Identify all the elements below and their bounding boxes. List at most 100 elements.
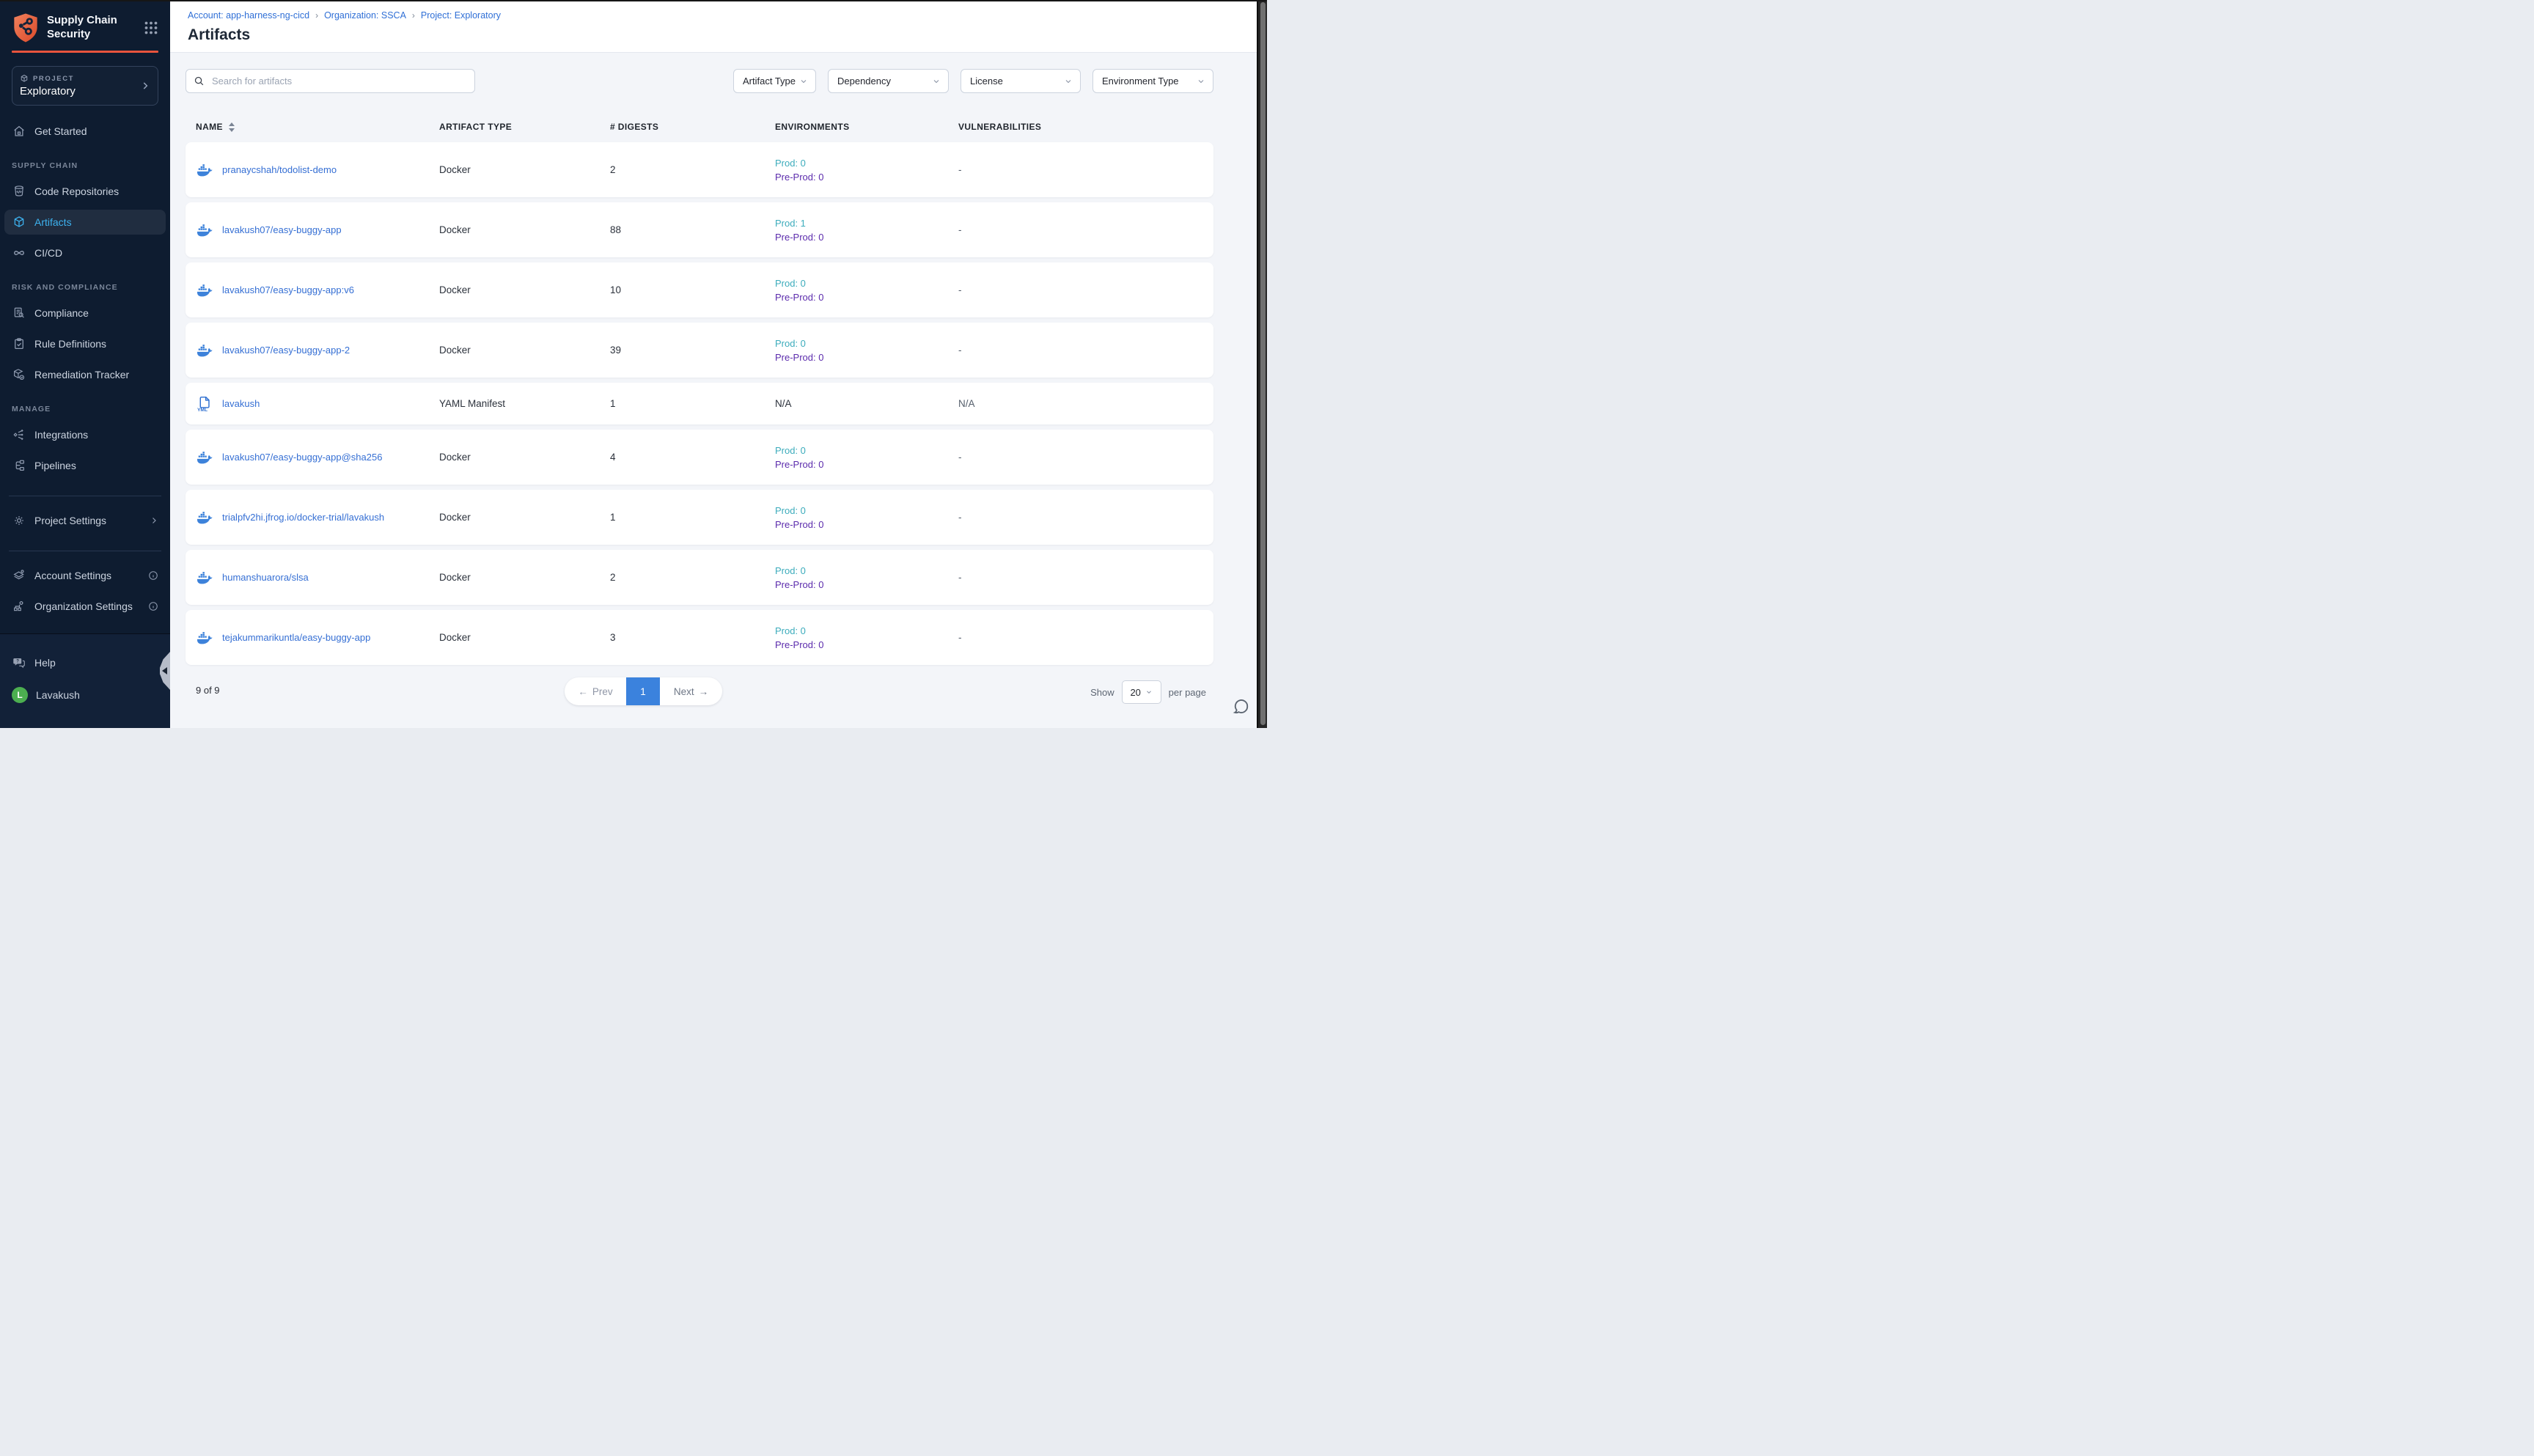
user-menu[interactable]: L Lavakush: [4, 683, 166, 707]
vulnerabilities-cell: -: [958, 512, 1213, 523]
artifact-name-link[interactable]: tejakummarikuntla/easy-buggy-app: [222, 632, 370, 643]
filter-license[interactable]: License: [961, 69, 1081, 93]
artifact-name-link[interactable]: trialpfv2hi.jfrog.io/docker-trial/lavaku…: [222, 512, 384, 523]
org-hierarchy-gear-icon: [12, 599, 26, 614]
sidebar-item-help[interactable]: ? Help: [4, 650, 166, 675]
breadcrumb-project-link[interactable]: Project: Exploratory: [421, 10, 501, 21]
sidebar-item-code-repositories[interactable]: Code Repositories: [4, 179, 166, 204]
sidebar: Supply ChainSecurity: [0, 0, 170, 728]
left-arrow-icon: ←: [578, 686, 588, 697]
table-row[interactable]: lavakush07/easy-buggy-app:v6Docker10Prod…: [186, 262, 1213, 317]
column-header-name[interactable]: NAME: [196, 122, 439, 132]
table-row[interactable]: lavakush07/easy-buggy-app@sha256Docker4P…: [186, 430, 1213, 485]
sidebar-item-label: Code Repositories: [34, 185, 119, 197]
artifact-name-link[interactable]: lavakush07/easy-buggy-app@sha256: [222, 452, 382, 463]
table-row[interactable]: humanshuarora/slsaDocker2Prod: 0Pre-Prod…: [186, 550, 1213, 605]
environments-prod-link[interactable]: Prod: 0: [775, 156, 958, 170]
chevron-down-icon: [799, 77, 808, 86]
yaml-icon: YML: [196, 395, 213, 413]
breadcrumb-organization-link[interactable]: Organization: SSCA: [324, 10, 406, 21]
environments-prod-link[interactable]: Prod: 0: [775, 624, 958, 638]
environments-preprod-link[interactable]: Pre-Prod: 0: [775, 230, 958, 244]
artifact-type-cell: Docker: [439, 224, 610, 235]
chevron-right-icon: [150, 516, 158, 525]
filter-environment-type[interactable]: Environment Type: [1092, 69, 1213, 93]
filter-dependency[interactable]: Dependency: [828, 69, 949, 93]
environments-preprod-link[interactable]: Pre-Prod: 0: [775, 290, 958, 304]
sort-icon[interactable]: [229, 122, 235, 132]
artifact-name-link[interactable]: humanshuarora/slsa: [222, 572, 309, 583]
environments-prod-link[interactable]: Prod: 0: [775, 276, 958, 290]
avatar: L: [12, 687, 28, 703]
environments-prod-link[interactable]: Prod: 0: [775, 564, 958, 578]
prev-page-button[interactable]: ← Prev: [565, 677, 626, 705]
artifacts-cube-icon: [12, 215, 26, 229]
info-icon[interactable]: [148, 570, 158, 581]
info-icon[interactable]: [148, 601, 158, 611]
next-page-button[interactable]: Next →: [660, 677, 722, 705]
artifact-type-cell: Docker: [439, 164, 610, 175]
table-row[interactable]: pranaycshah/todolist-demoDocker2Prod: 0P…: [186, 142, 1213, 197]
artifact-name-link[interactable]: lavakush: [222, 398, 260, 409]
environments-prod-link[interactable]: Prod: 0: [775, 337, 958, 350]
scrollbar-thumb[interactable]: [1260, 2, 1266, 725]
sidebar-item-integrations[interactable]: Integrations: [4, 422, 166, 447]
environments-cell: Prod: 0Pre-Prod: 0: [775, 504, 958, 532]
sidebar-item-pipelines[interactable]: Pipelines: [4, 453, 166, 478]
environments-preprod-link[interactable]: Pre-Prod: 0: [775, 350, 958, 364]
artifact-name-link[interactable]: lavakush07/easy-buggy-app:v6: [222, 284, 354, 295]
vulnerabilities-cell: N/A: [958, 398, 1213, 409]
show-label: Show: [1090, 687, 1114, 698]
environments-preprod-link[interactable]: Pre-Prod: 0: [775, 170, 958, 184]
sidebar-item-remediation-tracker[interactable]: Remediation Tracker: [4, 362, 166, 387]
sidebar-item-rule-definitions[interactable]: Rule Definitions: [4, 331, 166, 356]
pipelines-icon: [12, 458, 26, 473]
table-row[interactable]: YMLlavakushYAML Manifest1N/AN/A: [186, 383, 1213, 424]
sidebar-item-label: Rule Definitions: [34, 338, 106, 350]
page-header: Account: app-harness-ng-cicd › Organizat…: [170, 0, 1257, 53]
breadcrumb-account-link[interactable]: Account: app-harness-ng-cicd: [188, 10, 309, 21]
artifact-type-cell: Docker: [439, 345, 610, 356]
environments-prod-link[interactable]: Prod: 0: [775, 504, 958, 518]
artifact-name-link[interactable]: pranaycshah/todolist-demo: [222, 164, 337, 175]
table-header: NAME ARTIFACT TYPE # DIGESTS ENVIRONMENT…: [186, 119, 1213, 135]
sidebar-item-cicd[interactable]: CI/CD: [4, 240, 166, 265]
environments-preprod-link[interactable]: Pre-Prod: 0: [775, 578, 958, 592]
artifact-name-link[interactable]: lavakush07/easy-buggy-app: [222, 224, 342, 235]
sidebar-item-organization-settings[interactable]: Organization Settings: [4, 594, 166, 619]
search-input[interactable]: [210, 75, 467, 87]
environments-preprod-link[interactable]: Pre-Prod: 0: [775, 638, 958, 652]
column-header-vulnerabilities: VULNERABILITIES: [958, 122, 1213, 132]
help-chat-icon: ?: [12, 655, 26, 670]
sidebar-item-get-started[interactable]: Get Started: [4, 119, 166, 144]
table-row[interactable]: tejakummarikuntla/easy-buggy-appDocker3P…: [186, 610, 1213, 665]
sidebar-item-account-settings[interactable]: Account Settings: [4, 563, 166, 588]
environments-preprod-link[interactable]: Pre-Prod: 0: [775, 518, 958, 532]
app-switcher-grid-icon[interactable]: [144, 21, 158, 35]
environments-prod-link[interactable]: Prod: 1: [775, 216, 958, 230]
page-size-select[interactable]: 20: [1122, 680, 1161, 704]
support-chat-icon[interactable]: [1232, 697, 1251, 716]
environments-prod-link[interactable]: Prod: 0: [775, 444, 958, 457]
filter-artifact-type[interactable]: Artifact Type: [733, 69, 816, 93]
table-row[interactable]: trialpfv2hi.jfrog.io/docker-trial/lavaku…: [186, 490, 1213, 545]
artifact-name-link[interactable]: lavakush07/easy-buggy-app-2: [222, 345, 350, 356]
environments-preprod-link[interactable]: Pre-Prod: 0: [775, 457, 958, 471]
digests-cell: 4: [610, 452, 775, 463]
page-title: Artifacts: [188, 26, 1257, 44]
scrollbar[interactable]: [1257, 0, 1267, 728]
filter-group: Artifact Type Dependency License: [733, 69, 1213, 93]
sidebar-item-label: Remediation Tracker: [34, 369, 129, 380]
current-page-button[interactable]: 1: [626, 677, 660, 705]
pagination: 9 of 9 ← Prev 1 Next → Show 20: [186, 676, 1213, 710]
table-row[interactable]: lavakush07/easy-buggy-appDocker88Prod: 1…: [186, 202, 1213, 257]
sidebar-item-artifacts[interactable]: Artifacts: [4, 210, 166, 235]
table-row[interactable]: lavakush07/easy-buggy-app-2Docker39Prod:…: [186, 323, 1213, 378]
sidebar-item-project-settings[interactable]: Project Settings: [4, 508, 166, 533]
sidebar-item-label: Artifacts: [34, 216, 72, 228]
project-selector[interactable]: PROJECT Exploratory: [12, 66, 158, 106]
sidebar-item-label: Account Settings: [34, 570, 111, 581]
sidebar-item-compliance[interactable]: Compliance: [4, 301, 166, 326]
chevron-right-icon: [140, 81, 150, 91]
column-header-digests: # DIGESTS: [610, 122, 775, 132]
